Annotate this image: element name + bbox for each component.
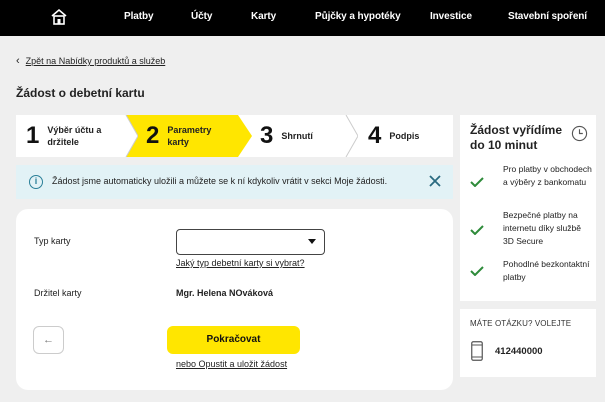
step-4[interactable]: 4 Podpis bbox=[358, 115, 453, 157]
back-link-label: Zpět na Nabídky produktů a služeb bbox=[25, 56, 166, 66]
step-label: Podpis bbox=[389, 131, 420, 141]
processing-title: Žádost vyřídíme do 10 minut bbox=[470, 123, 563, 152]
card-holder-value: Mgr. Helena NOváková bbox=[176, 288, 274, 298]
check-icon bbox=[470, 177, 484, 187]
step-separator bbox=[124, 115, 138, 157]
nav-item-investice[interactable]: Investice bbox=[430, 11, 472, 22]
info-icon: i bbox=[29, 175, 43, 189]
back-link[interactable]: ‹ Zpět na Nabídky produktů a služeb bbox=[16, 55, 165, 67]
nav-item-karty[interactable]: Karty bbox=[251, 11, 276, 22]
save-and-exit-link[interactable]: nebo Opustit a uložit žádost bbox=[176, 359, 287, 369]
contact-card: MÁTE OTÁZKU? VOLEJTE 412440000 bbox=[460, 309, 596, 377]
card-type-help-link[interactable]: Jaký typ debetní karty si vybrat? bbox=[176, 258, 305, 268]
feature-item: Bezpečné platby na internetu díky službě… bbox=[470, 209, 594, 249]
card-parameters-form: Typ karty Jaký typ debetní karty si vybr… bbox=[16, 209, 453, 390]
phone-icon bbox=[471, 341, 483, 361]
phone-number[interactable]: 412440000 bbox=[495, 346, 543, 357]
step-label: Výběr účtu a držitele bbox=[47, 125, 102, 147]
step-separator bbox=[345, 115, 358, 157]
arrow-left-icon: ← bbox=[43, 334, 54, 346]
feature-item: Pohodlné bezkontaktní platby bbox=[470, 258, 594, 288]
step-label: Parametry karty bbox=[167, 125, 212, 147]
banner-text: Žádost jsme automaticky uložili a můžete… bbox=[52, 176, 388, 186]
feature-item: Pro platby v obchodech a výběry z bankom… bbox=[470, 163, 594, 203]
nav-item-pujcky[interactable]: Půjčky a hypotéky bbox=[315, 11, 401, 22]
close-icon[interactable] bbox=[427, 173, 443, 189]
check-icon bbox=[470, 225, 484, 235]
step-number: 3 bbox=[260, 122, 274, 149]
info-banner: i Žádost jsme automaticky uložili a může… bbox=[16, 165, 453, 199]
step-separator bbox=[238, 115, 252, 157]
dropdown-arrow-icon bbox=[308, 239, 316, 244]
top-navigation: Platby Účty Karty Půjčky a hypotéky Inve… bbox=[0, 0, 605, 36]
continue-button[interactable]: Pokračovat bbox=[167, 326, 300, 354]
step-3[interactable]: 3 Shrnutí bbox=[252, 115, 352, 157]
step-number: 4 bbox=[368, 122, 382, 149]
nav-item-ucty[interactable]: Účty bbox=[191, 11, 212, 22]
processing-info-card: Žádost vyřídíme do 10 minut Pro platby v… bbox=[460, 115, 596, 301]
step-number: 1 bbox=[26, 122, 40, 149]
step-1[interactable]: 1 Výběr účtu a držitele bbox=[16, 115, 126, 157]
nav-item-platby[interactable]: Platby bbox=[124, 11, 154, 22]
back-button[interactable]: ← bbox=[33, 326, 64, 354]
progress-stepper: 1 Výběr účtu a držitele 2 Parametry karty … bbox=[16, 115, 453, 157]
card-holder-label: Držitel karty bbox=[34, 288, 82, 298]
card-type-select[interactable] bbox=[176, 229, 325, 255]
check-icon bbox=[470, 266, 484, 276]
chevron-left-icon: ‹ bbox=[16, 55, 20, 67]
step-number: 2 bbox=[146, 122, 160, 149]
contact-title: MÁTE OTÁZKU? VOLEJTE bbox=[470, 319, 572, 328]
step-label: Shrnutí bbox=[281, 131, 313, 141]
clock-icon bbox=[571, 125, 588, 142]
step-2[interactable]: 2 Parametry karty bbox=[126, 115, 238, 157]
nav-item-stavebni-sporeni[interactable]: Stavební spoření bbox=[508, 11, 587, 22]
card-type-label: Typ karty bbox=[34, 236, 71, 246]
page-title: Žádost o debetní kartu bbox=[16, 86, 145, 100]
home-icon[interactable] bbox=[50, 8, 68, 26]
